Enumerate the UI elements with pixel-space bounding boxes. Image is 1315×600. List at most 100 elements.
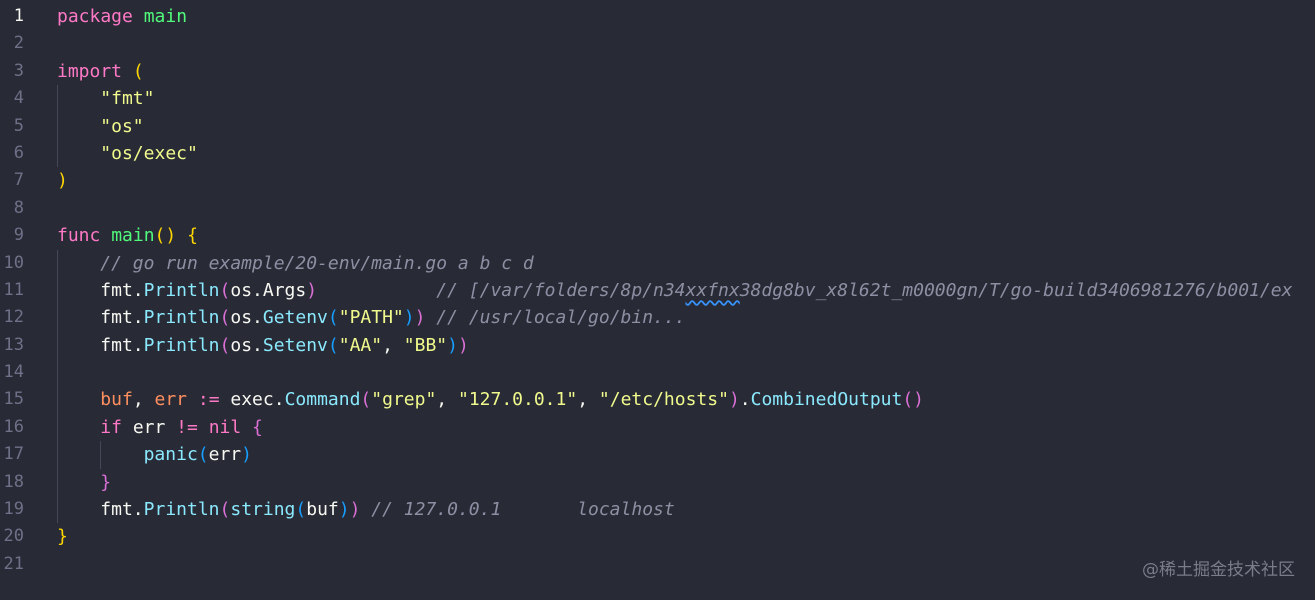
code-token: Println: [143, 334, 220, 356]
indent-guide: [57, 331, 58, 360]
code-token: string: [230, 499, 296, 521]
line-number: 12: [3, 307, 24, 328]
code-token: ): [306, 279, 318, 301]
code-text: buf, err := exec.Command("grep", "127.0.…: [100, 386, 924, 413]
code-text: import (: [57, 58, 144, 85]
code-token: os.: [230, 307, 263, 329]
code-token: {: [187, 225, 198, 247]
code-token: (: [219, 334, 231, 356]
code-text: fmt.Println(os.Args) // [/var/folders/8p…: [100, 277, 1292, 304]
code-token: ): [728, 389, 740, 411]
code-token: (: [219, 279, 231, 301]
code-token: !=: [165, 416, 209, 438]
code-token: ): [338, 499, 350, 521]
code-text: }: [57, 523, 68, 550]
line-number: 9: [13, 225, 24, 246]
code-token: buf: [306, 499, 339, 521]
watermark: @稀土掘金技术社区: [1142, 560, 1295, 580]
code-token: (): [902, 389, 925, 411]
code-line[interactable]: 21: [0, 551, 1315, 578]
code-line[interactable]: 7): [0, 167, 1315, 194]
code-text: fmt.Println(string(buf)) // 127.0.0.1 lo…: [100, 496, 674, 523]
indent-guide: [57, 304, 58, 332]
code-text: "os": [100, 113, 143, 140]
code-line[interactable]: 4 "fmt": [0, 85, 1315, 113]
indent-guide: [57, 112, 58, 140]
code-token: (: [327, 307, 339, 329]
line-number: 7: [13, 170, 24, 191]
code-token: ): [241, 444, 252, 466]
indent-guide: [57, 468, 58, 497]
code-text: "os/exec": [100, 140, 198, 167]
code-line[interactable]: 18}: [0, 468, 1315, 497]
code-line[interactable]: 16 if err != nil {: [0, 413, 1315, 442]
code-token: "AA": [338, 334, 383, 356]
code-token: err: [154, 389, 188, 411]
code-line[interactable]: 9 func main() {: [0, 222, 1315, 249]
code-line[interactable]: 6 "os/exec": [0, 139, 1315, 168]
code-line[interactable]: 19 fmt.Println(string(buf)) // 127.0.0.1 …: [0, 496, 1315, 524]
code-token: ): [403, 307, 415, 329]
code-token: main: [143, 6, 188, 27]
code-line[interactable]: 12 fmt.Println(os.Getenv("PATH")) // /usr…: [0, 304, 1315, 332]
code-token: // 127.0.0.1 localhost: [360, 499, 675, 521]
code-line[interactable]: 10 // go run example/20-env/main.go a b c…: [0, 249, 1315, 277]
code-token: os.Args: [230, 279, 307, 301]
code-line[interactable]: 20}: [0, 523, 1315, 550]
indent-guide: [57, 249, 58, 277]
code-token: func: [57, 225, 112, 247]
code-token: (: [132, 60, 144, 82]
code-token: buf: [100, 389, 133, 411]
code-editor[interactable]: 1 package main 2 3 import (4 "fmt" 5 "os" 6 "os/e…: [0, 3, 1315, 578]
code-line[interactable]: 11 fmt.Println(os.Args) // [/var/folders/…: [0, 276, 1315, 305]
indent-guide: [57, 139, 58, 168]
code-line[interactable]: 14: [0, 359, 1315, 387]
line-number: 14: [3, 362, 24, 383]
code-token: "os": [100, 115, 144, 137]
code-token: "BB": [403, 334, 448, 356]
code-token: Println: [143, 279, 220, 301]
code-token: os.: [230, 334, 263, 356]
code-token: }: [57, 526, 68, 548]
line-number: 13: [3, 334, 24, 355]
code-text: "fmt": [100, 85, 154, 112]
indent-guide: [57, 413, 58, 442]
code-token: "127.0.0.1": [457, 389, 578, 411]
code-token: CombinedOutput: [750, 389, 903, 411]
code-token: "PATH": [338, 307, 404, 329]
code-token: import: [57, 60, 133, 82]
code-text: }: [100, 469, 111, 496]
indent-guide: [57, 276, 58, 305]
code-token: (): [154, 225, 177, 247]
code-line[interactable]: 13 fmt.Println(os.Setenv("AA", "BB")): [0, 331, 1315, 360]
code-line[interactable]: 2: [0, 30, 1315, 57]
line-number: 20: [3, 526, 24, 547]
code-line[interactable]: 8: [0, 195, 1315, 222]
code-token: ,: [436, 389, 458, 411]
code-token: ): [414, 307, 426, 329]
code-line[interactable]: 3 import (: [0, 58, 1315, 85]
indent-guide: [57, 496, 58, 524]
code-token: xxfnx: [685, 279, 740, 301]
code-token: ): [349, 499, 361, 521]
code-text: if err != nil {: [100, 414, 263, 441]
code-token: (: [197, 444, 209, 466]
code-line[interactable]: 1 package main: [0, 3, 1315, 30]
code-token: (: [295, 499, 307, 521]
line-number: 8: [13, 197, 24, 218]
code-text: ): [57, 167, 68, 194]
code-token: "fmt": [100, 88, 155, 110]
code-token: 38dg8bv_x8l62t_m0000gn/T/go-build3406981…: [739, 279, 1293, 301]
code-token: ): [458, 334, 469, 356]
line-number: 1: [13, 6, 24, 26]
code-line[interactable]: 15 buf, err := exec.Command("grep", "127.…: [0, 386, 1315, 414]
line-number: 2: [13, 33, 24, 54]
code-token: ,: [382, 334, 404, 356]
code-token: {: [252, 416, 263, 438]
code-token: if: [100, 416, 133, 438]
code-line[interactable]: 17 panic(err): [0, 441, 1315, 469]
line-number: 10: [3, 252, 24, 273]
code-line[interactable]: 5 "os": [0, 112, 1315, 140]
code-token: Getenv: [262, 307, 328, 329]
